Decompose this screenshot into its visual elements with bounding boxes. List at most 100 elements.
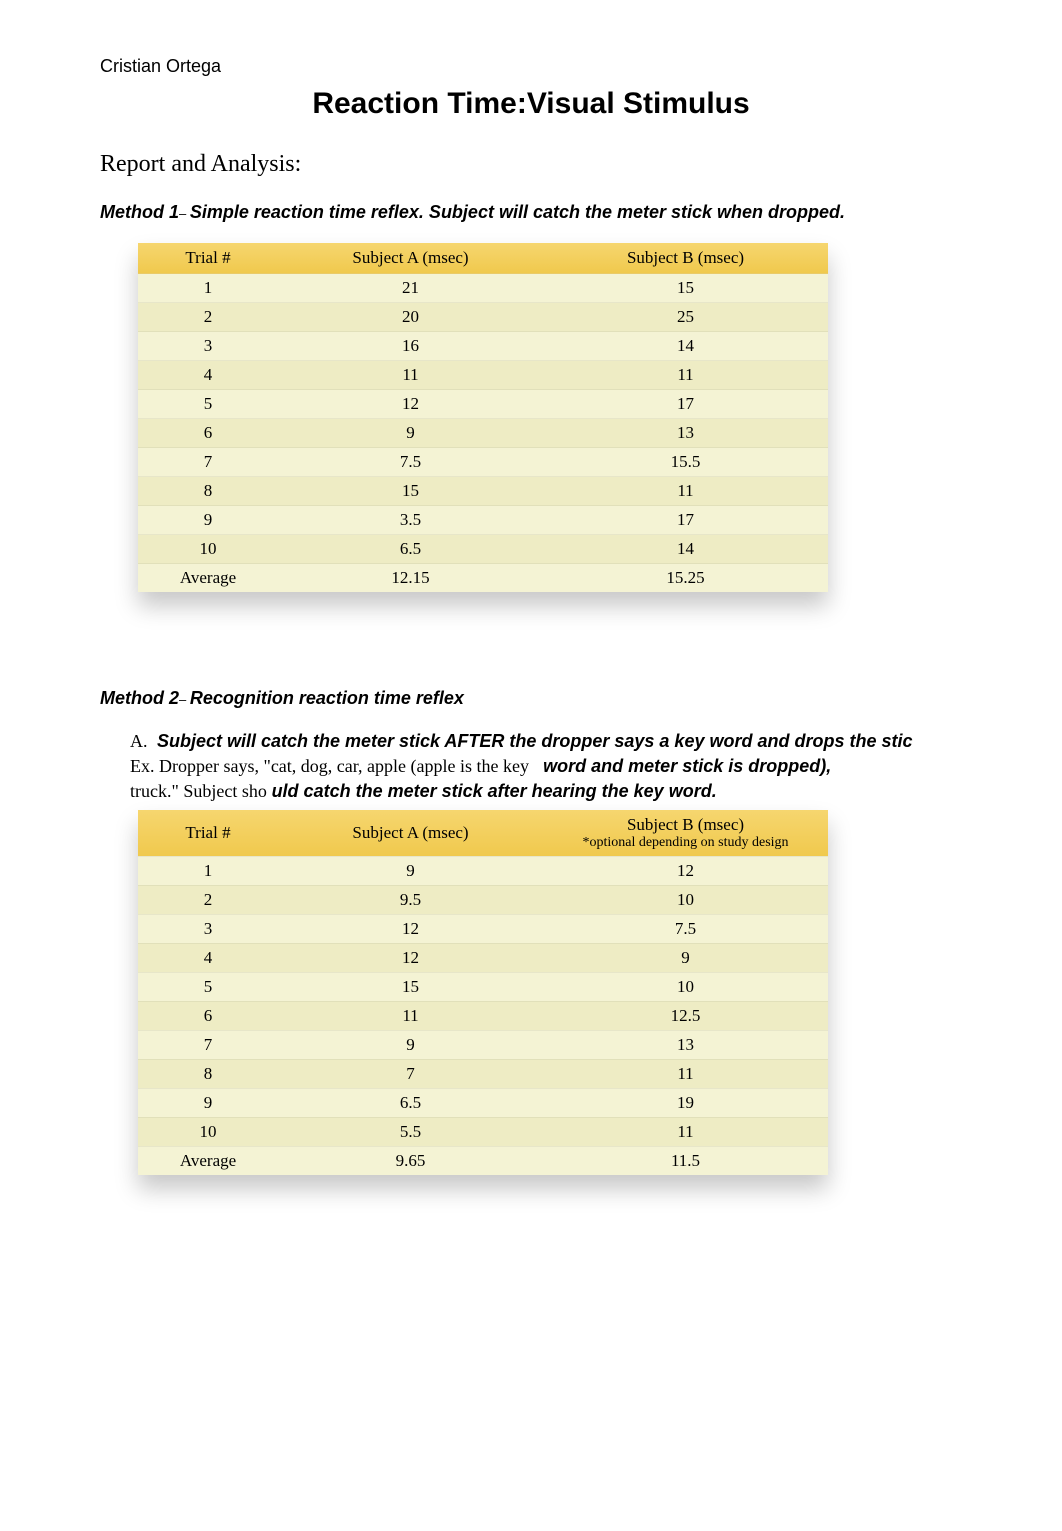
cell-subject-a: 9 [278, 419, 543, 448]
cell-trial: 6 [138, 419, 278, 448]
cell-subject-a: 12 [278, 943, 543, 972]
cell-trial: 4 [138, 361, 278, 390]
cell-subject-b: 17 [543, 506, 828, 535]
cell-subject-b: 11 [543, 361, 828, 390]
cell-subject-b: 14 [543, 535, 828, 564]
cell-subject-b: 17 [543, 390, 828, 419]
cell-trial: 9 [138, 1088, 278, 1117]
table-row: 3 16 14 [138, 332, 828, 361]
cell-subject-b: 15.5 [543, 448, 828, 477]
method2-table: Trial # Subject A (msec) Subject B (msec… [138, 810, 828, 1175]
cell-subject-b: 10 [543, 972, 828, 1001]
cell-trial: 4 [138, 943, 278, 972]
cell-subject-b: 11 [543, 1117, 828, 1146]
table-row: 10 5.5 11 [138, 1117, 828, 1146]
col-header-subject-a: Subject A (msec) [278, 810, 543, 857]
cell-subject-b: 10 [543, 885, 828, 914]
cell-subject-b: 7.5 [543, 914, 828, 943]
method1-table-wrap: Trial # Subject A (msec) Subject B (msec… [138, 243, 828, 592]
cell-subject-a: 11 [278, 361, 543, 390]
cell-subject-a: 21 [278, 274, 543, 303]
table-row: 4 11 11 [138, 361, 828, 390]
cell-subject-b: 25 [543, 303, 828, 332]
table-row: Average 9.65 11.5 [138, 1146, 828, 1175]
table-row: 5 15 10 [138, 972, 828, 1001]
table-row: 10 6.5 14 [138, 535, 828, 564]
cell-trial: 3 [138, 914, 278, 943]
cell-trial: 8 [138, 1059, 278, 1088]
table-row: 8 7 11 [138, 1059, 828, 1088]
cell-subject-a: 6.5 [278, 1088, 543, 1117]
cell-subject-a: 12.15 [278, 564, 543, 593]
method1-desc: Simple reaction time reflex. Subject wil… [190, 202, 845, 222]
method2-subblock: A. Subject will catch the meter stick AF… [130, 729, 962, 804]
col-header-trial: Trial # [138, 243, 278, 274]
col-header-trial: Trial # [138, 810, 278, 857]
table-header-row: Trial # Subject A (msec) Subject B (msec… [138, 243, 828, 274]
col-header-subject-b-label: Subject B (msec) [627, 815, 744, 834]
cell-trial: 10 [138, 535, 278, 564]
cell-trial: 8 [138, 477, 278, 506]
method2-sub-bold-3: uld catch the meter stick after hearing … [272, 781, 717, 801]
cell-subject-a: 16 [278, 332, 543, 361]
cell-trial: 10 [138, 1117, 278, 1146]
cell-subject-a: 15 [278, 972, 543, 1001]
page-title: Reaction Time:Visual Stimulus [100, 87, 962, 121]
method2-heading: Method 2– Recognition reaction time refl… [100, 688, 962, 709]
method2-dash: – [179, 692, 190, 707]
cell-subject-b: 11.5 [543, 1146, 828, 1175]
cell-subject-b: 15 [543, 274, 828, 303]
cell-subject-a: 12 [278, 390, 543, 419]
cell-subject-b: 11 [543, 477, 828, 506]
cell-trial: 7 [138, 448, 278, 477]
method2-desc: Recognition reaction time reflex [190, 688, 464, 708]
col-header-subject-b: Subject B (msec) [543, 243, 828, 274]
cell-subject-a: 7 [278, 1059, 543, 1088]
cell-subject-a: 7.5 [278, 448, 543, 477]
table-row: 9 3.5 17 [138, 506, 828, 535]
col-header-subject-b: Subject B (msec) *optional depending on … [543, 810, 828, 857]
cell-subject-b: 12.5 [543, 1001, 828, 1030]
cell-trial: 2 [138, 303, 278, 332]
table-row: 2 20 25 [138, 303, 828, 332]
method1-heading: Method 1– Simple reaction time reflex. S… [100, 202, 962, 223]
cell-trial: 3 [138, 332, 278, 361]
method2-sub-bold-2: word and meter stick is dropped), [543, 756, 831, 776]
table-row: 6 9 13 [138, 419, 828, 448]
table-row: 9 6.5 19 [138, 1088, 828, 1117]
cell-trial: 5 [138, 390, 278, 419]
col-header-subject-b-note: *optional depending on study design [551, 835, 820, 851]
table-row: 7 9 13 [138, 1030, 828, 1059]
cell-subject-a: 9 [278, 856, 543, 885]
method1-table: Trial # Subject A (msec) Subject B (msec… [138, 243, 828, 592]
table-row: 3 12 7.5 [138, 914, 828, 943]
method2-sub-plain-1: Ex. Dropper says, "cat, dog, car, apple … [130, 756, 529, 776]
table-row: 2 9.5 10 [138, 885, 828, 914]
cell-subject-b: 13 [543, 1030, 828, 1059]
table-row: 1 9 12 [138, 856, 828, 885]
cell-trial: 7 [138, 1030, 278, 1059]
method1-prefix: Method 1 [100, 202, 179, 222]
cell-trial: 6 [138, 1001, 278, 1030]
cell-trial: 1 [138, 274, 278, 303]
cell-subject-a: 5.5 [278, 1117, 543, 1146]
cell-subject-a: 9.5 [278, 885, 543, 914]
table-row: 4 12 9 [138, 943, 828, 972]
cell-subject-b: 15.25 [543, 564, 828, 593]
table-row: Average 12.15 15.25 [138, 564, 828, 593]
cell-subject-a: 9 [278, 1030, 543, 1059]
table-header-row: Trial # Subject A (msec) Subject B (msec… [138, 810, 828, 857]
cell-subject-a: 11 [278, 1001, 543, 1030]
cell-subject-b: 13 [543, 419, 828, 448]
cell-subject-a: 20 [278, 303, 543, 332]
method2-tbody: 1 9 12 2 9.5 10 3 12 7.5 4 12 9 5 [138, 856, 828, 1175]
cell-trial: 9 [138, 506, 278, 535]
page: Cristian Ortega Reaction Time:Visual Sti… [0, 0, 1062, 1531]
cell-trial: 5 [138, 972, 278, 1001]
cell-subject-b: 14 [543, 332, 828, 361]
table-row: 8 15 11 [138, 477, 828, 506]
cell-subject-a: 9.65 [278, 1146, 543, 1175]
cell-subject-b: 12 [543, 856, 828, 885]
method2-sub-letter: A. [130, 731, 148, 751]
table-row: 1 21 15 [138, 274, 828, 303]
